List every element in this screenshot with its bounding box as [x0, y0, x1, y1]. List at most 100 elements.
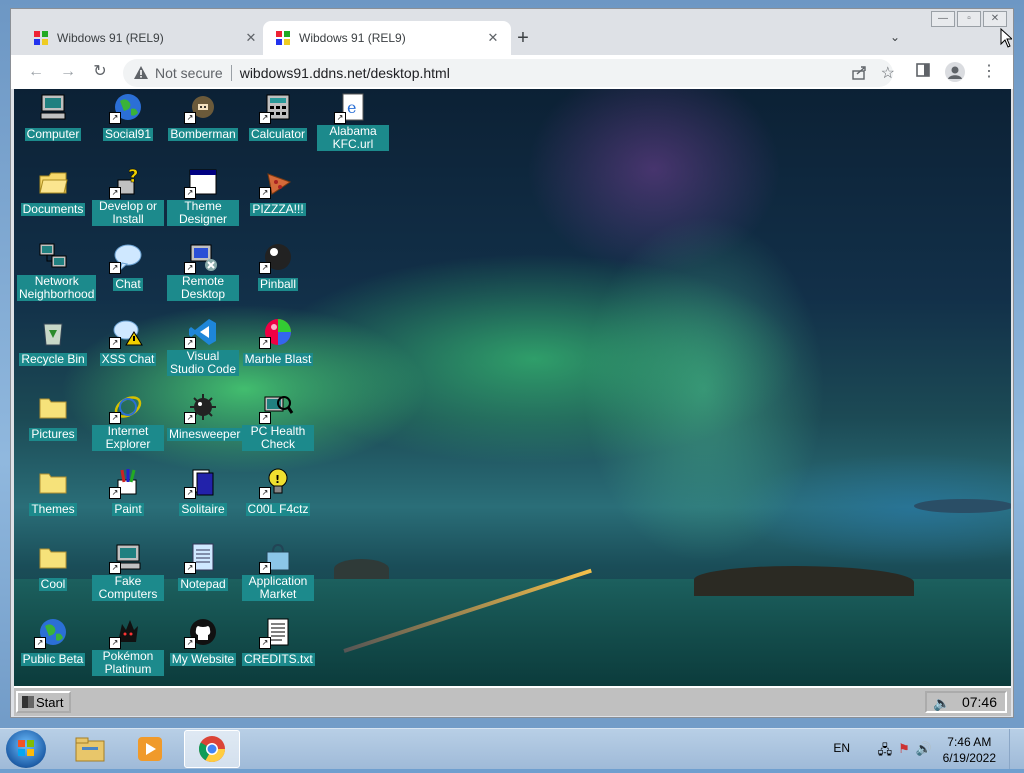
minimize-button[interactable]: — [931, 11, 955, 27]
desktop-icon-label: PIZZZA!!! [250, 202, 306, 216]
shortcut-arrow-icon: ↗ [184, 187, 196, 199]
side-panel-icon[interactable] [913, 62, 933, 82]
forward-arrow-icon[interactable]: → [57, 61, 79, 83]
browser-toolbar: ← → ↻ Not secure wibdows91.ddns.net/desk… [11, 55, 1013, 89]
desktop-icon[interactable]: Themes [17, 466, 89, 518]
show-desktop-button[interactable] [1009, 729, 1024, 769]
chrome-icon [198, 736, 225, 762]
desktop-icon[interactable]: Pictures [17, 391, 89, 443]
desktop-icon-label: Calculator [248, 127, 308, 141]
reload-icon[interactable]: ↻ [89, 61, 111, 83]
globe-icon: ↗ [109, 91, 144, 124]
desktop-icon[interactable]: ↗ Public Beta [17, 616, 89, 668]
speaker-icon[interactable]: 🔈 [933, 694, 950, 712]
new-tab-button[interactable]: + [511, 27, 535, 51]
desktop-icon[interactable]: ? ↗ Develop or Install [92, 166, 164, 228]
menu-kebab-icon[interactable]: ⋮ [979, 62, 999, 82]
share-icon[interactable] [851, 65, 867, 81]
action-center-flag-icon[interactable]: ⚑ [898, 741, 910, 763]
pokemon-icon: ↗ [109, 616, 144, 649]
shortcut-arrow-icon: ↗ [184, 112, 196, 124]
profile-avatar-icon[interactable] [945, 62, 965, 82]
security-label[interactable]: Not secure [155, 65, 223, 81]
folder-icon [37, 541, 69, 573]
language-indicator[interactable]: EN [833, 741, 850, 755]
chat-bubble-icon: ↗ [109, 241, 144, 274]
desktop-icon-label: Marble Blast [242, 352, 314, 366]
desktop-icon[interactable]: ↗ Paint [92, 466, 164, 518]
desktop-icon[interactable]: ↗ Social91 [92, 91, 164, 143]
tab-search-chevron-icon[interactable]: ⌄ [885, 27, 905, 47]
desktop-icon[interactable]: ↗ Calculator [242, 91, 314, 143]
tray-clock[interactable]: 7:46 AM 6/19/2022 [943, 734, 996, 766]
health-check-icon: ↗ [259, 391, 294, 424]
desktop-icon[interactable]: ↗ Internet Explorer [92, 391, 164, 453]
desktop-icon[interactable]: Recycle Bin [17, 316, 89, 368]
desktop-icon[interactable]: Documents [17, 166, 89, 218]
desktop-icon[interactable]: ↗ My Website [167, 616, 239, 668]
desktop-icon-label: My Website [169, 652, 237, 666]
volume-icon[interactable]: 🔊 [916, 741, 932, 763]
tab-active[interactable]: Wibdows 91 (REL9) ✕ [263, 21, 511, 55]
desktop-icon-label: Chat [113, 277, 143, 291]
shortcut-arrow-icon: ↗ [109, 412, 121, 424]
desktop-icon[interactable]: Network Neighborhood [17, 241, 97, 303]
desktop-icon[interactable]: ↗ Pokémon Platinum [92, 616, 164, 678]
desktop-icon-label: Bomberman [168, 127, 238, 141]
shortcut-arrow-icon: ↗ [184, 412, 196, 424]
desktop-icon[interactable]: ↗ Solitaire [167, 466, 239, 518]
explorer-taskbar-button[interactable] [62, 730, 118, 768]
bookmark-star-icon[interactable]: ☆ [881, 63, 895, 83]
start-button[interactable]: Start [16, 691, 71, 713]
desktop-icon[interactable]: ↗ PC Health Check [242, 391, 314, 453]
shortcut-arrow-icon: ↗ [109, 112, 121, 124]
address-bar[interactable]: Not secure wibdows91.ddns.net/desktop.ht… [123, 59, 895, 87]
desktop-icon-label: XSS Chat [99, 352, 157, 366]
desktop-icon[interactable]: ↗ CREDITS.txt [242, 616, 315, 668]
desktop-icon[interactable]: ↗ PIZZZA!!! [242, 166, 314, 218]
taskbar-clock[interactable]: 07:46 [962, 693, 997, 711]
svg-text:?: ? [128, 166, 138, 187]
window-controls: — ▫ ✕ [929, 11, 1007, 27]
wallpaper-cloud [914, 499, 1011, 513]
desktop-icon-label: Recycle Bin [19, 352, 87, 366]
mouse-cursor-icon [1000, 28, 1012, 48]
desktop-icon[interactable]: ↗ Chat [92, 241, 164, 293]
pinball-icon: ↗ [259, 241, 294, 274]
desktop-icon[interactable]: ↗ Minesweeper [167, 391, 243, 443]
warning-icon [133, 65, 149, 81]
desktop-icon[interactable]: ↗ Marble Blast [242, 316, 314, 368]
browser-window: Wibdows 91 (REL9) ✕ Wibdows 91 (REL9) ✕ … [10, 8, 1014, 718]
tab-inactive[interactable]: Wibdows 91 (REL9) ✕ [21, 21, 269, 55]
maximize-button[interactable]: ▫ [957, 11, 981, 27]
desktop-icon[interactable]: ↗ Notepad [167, 541, 239, 593]
desktop-icon[interactable]: e ↗ Alabama KFC.url [317, 91, 389, 153]
pizza-icon: ↗ [259, 166, 294, 199]
url-text[interactable]: wibdows91.ddns.net/desktop.html [240, 65, 450, 81]
desktop-icon[interactable]: ↗ Bomberman [167, 91, 239, 143]
desktop-icon[interactable]: ↗ Remote Desktop [167, 241, 239, 303]
desktop-icon-label: Pinball [257, 277, 299, 291]
tab-close-icon[interactable]: ✕ [485, 30, 501, 46]
desktop-icon[interactable]: ↗ Application Market [242, 541, 314, 603]
desktop-icon[interactable]: ↗ Visual Studio Code [167, 316, 239, 378]
desktop-icon[interactable]: ↗ Pinball [242, 241, 314, 293]
desktop-icon[interactable]: Computer [17, 91, 89, 143]
shortcut-arrow-icon: ↗ [259, 412, 271, 424]
chrome-taskbar-button[interactable] [184, 730, 240, 768]
tab-strip: Wibdows 91 (REL9) ✕ Wibdows 91 (REL9) ✕ … [11, 9, 1013, 55]
windows-start-orb-icon[interactable] [6, 730, 46, 768]
desktop-icon[interactable]: ! ↗ C00L F4ctz [242, 466, 314, 518]
shortcut-arrow-icon: ↗ [109, 187, 121, 199]
desktop-icon[interactable]: Cool [17, 541, 89, 593]
desktop-icon[interactable]: ↗ Theme Designer [167, 166, 239, 228]
close-window-button[interactable]: ✕ [983, 11, 1007, 27]
desktop-icon[interactable]: ↗ Fake Computers [92, 541, 164, 603]
network-tray-icon[interactable]: 🖧 [878, 741, 893, 763]
tab-close-icon[interactable]: ✕ [243, 30, 259, 46]
desktop-icon[interactable]: ↗ XSS Chat [92, 316, 164, 368]
github-icon: ↗ [184, 616, 219, 649]
media-player-taskbar-button[interactable] [122, 730, 178, 768]
shortcut-arrow-icon: ↗ [109, 262, 121, 274]
back-arrow-icon[interactable]: ← [25, 61, 47, 83]
